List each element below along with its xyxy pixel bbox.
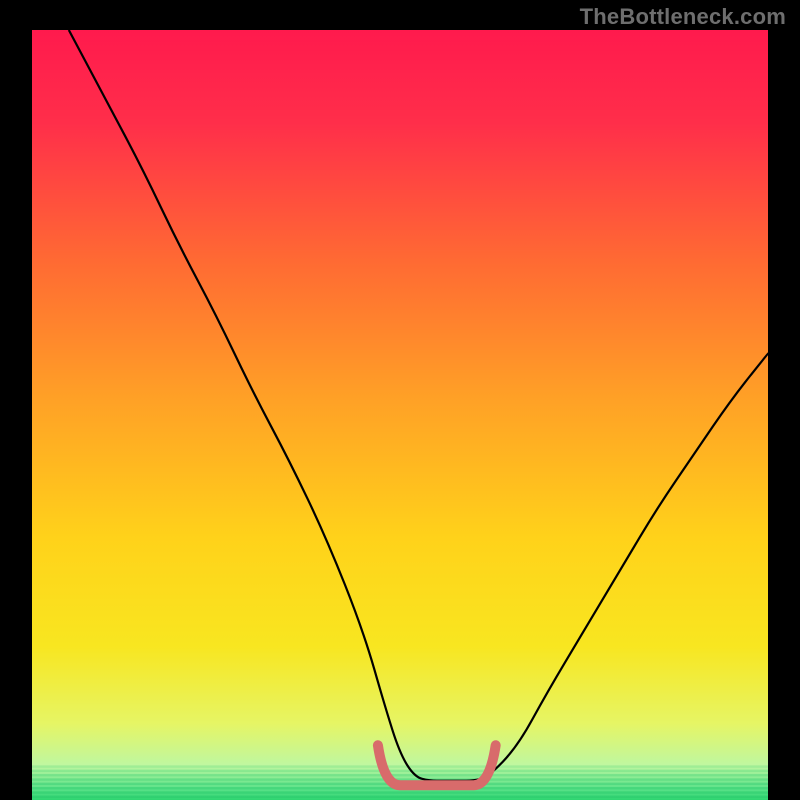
bottleneck-chart: [32, 30, 768, 800]
gradient-background: [32, 30, 768, 800]
plot-area: [32, 30, 768, 800]
watermark-text: TheBottleneck.com: [580, 4, 786, 30]
chart-frame: TheBottleneck.com: [0, 0, 800, 800]
